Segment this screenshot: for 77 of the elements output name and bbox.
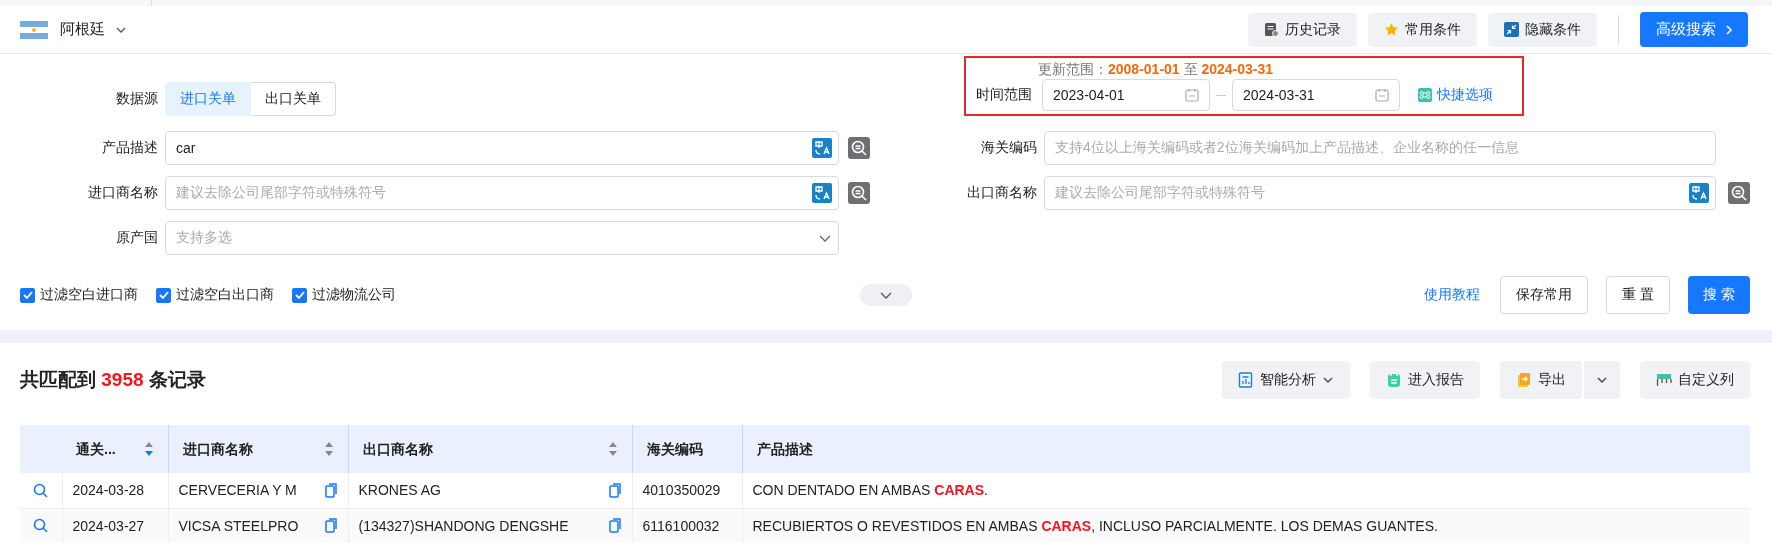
advanced-search-button[interactable]: 高级搜索 [1640,12,1748,47]
table-cell: 4010350029 [642,481,721,500]
lookup-icon[interactable] [1728,182,1750,204]
chart-document-icon [1238,372,1254,388]
action-button[interactable]: 重 置 [1606,276,1671,314]
table-cell: (134327)SHANDONG DENGSHE [358,516,569,535]
translate-icon[interactable] [812,138,832,158]
column-header[interactable]: 通关... [62,425,168,473]
search-icon[interactable] [33,518,49,533]
column-header[interactable]: 海关编码 [632,425,742,473]
calendar-icon [1185,88,1199,102]
command-icon [1418,88,1432,102]
checkmark-icon [157,289,170,301]
chevron-right-icon [1724,23,1734,36]
table-cell: 2024-03-27 [72,516,145,535]
lookup-icon[interactable] [848,137,870,159]
checkmark-icon [21,289,34,301]
export-icon [1516,372,1532,388]
expand-button[interactable] [860,284,912,306]
field-label: 时间范围 [976,86,1033,104]
report-button[interactable]: 进入报告 [1370,361,1480,399]
update-range-text: 更新范围：2008-01-01 至 2024-03-31 [1037,62,1275,76]
sort-icon[interactable] [607,441,618,457]
analysis-button[interactable]: 智能分析 [1222,361,1350,399]
table-cell: RECUBIERTOS O REVESTIDOS EN AMBAS CARAS, INCLUSO PARCIALMENTE. LOS DEMAS GUANTES. [752,516,1438,535]
column-header[interactable]: 出口商名称 [348,425,632,473]
lookup-icon[interactable] [848,182,870,204]
quick-options-link[interactable]: 快捷选项 [1418,86,1493,104]
table-cell: 6116100032 [642,516,720,535]
document-icon [1264,22,1279,37]
star-icon [1384,22,1399,37]
collapse-icon [1504,22,1519,37]
search-button[interactable]: 搜 索 [1688,276,1750,314]
field-label: 海关编码 [980,139,1038,157]
table-cell: VICSA STEELPRO [178,516,299,535]
filter-checkbox[interactable]: 过滤物流公司 [292,286,396,304]
column-header[interactable]: 产品描述 [742,425,1750,473]
date-field[interactable]: 2024-03-31 [1232,79,1400,111]
field-label: 出口商名称 [966,184,1038,202]
toolbar-button[interactable]: 隐藏条件 [1488,12,1597,47]
table-cell: 2024-03-28 [72,481,145,500]
source-tab[interactable]: 出口关单 [251,82,336,116]
argentina-flag-icon [20,20,48,39]
country-selector[interactable]: 阿根廷 [60,20,127,39]
table-cell: KRONES AG [358,481,441,500]
copy-icon[interactable] [608,482,622,498]
translate-icon[interactable] [812,183,832,203]
toolbar-button[interactable]: 历史记录 [1248,12,1357,47]
copy-icon[interactable] [324,482,338,498]
filter-checkbox[interactable]: 过滤空白出口商 [156,286,274,304]
checkmark-icon [293,289,306,301]
calendar-icon [1375,88,1389,102]
filter-checkbox[interactable]: 过滤空白进口商 [20,286,138,304]
table-cell: CERVECERIA Y M [178,481,297,500]
toolbar-button[interactable]: 常用条件 [1368,12,1477,47]
sort-icon[interactable] [143,441,154,457]
field-label: 产品描述 [101,139,159,157]
source-tab[interactable]: 进口关单 [165,82,251,116]
translate-icon[interactable] [1689,183,1709,203]
column-header[interactable]: 进口商名称 [168,425,348,473]
field-label: 原产国 [115,229,159,247]
field-label: 进口商名称 [87,184,159,202]
sort-icon[interactable] [323,441,334,457]
field-label: 数据源 [115,90,159,108]
note-icon [1386,372,1402,388]
table-cell: CON DENTADO EN AMBAS CARAS. [752,481,988,500]
action-button[interactable]: 保存常用 [1500,276,1589,314]
export-button[interactable]: 导出 [1500,361,1582,399]
columns-icon [1656,372,1672,388]
copy-icon[interactable] [324,518,338,533]
text-field[interactable]: car [165,131,839,165]
tutorial-link[interactable]: 使用教程 [1424,286,1481,304]
search-icon[interactable] [33,482,49,498]
columns-button[interactable]: 自定义列 [1640,361,1750,399]
copy-icon[interactable] [608,518,622,533]
date-field[interactable]: 2023-04-01 [1042,79,1210,111]
results-count: 共匹配到 3958 条记录 [20,368,206,392]
